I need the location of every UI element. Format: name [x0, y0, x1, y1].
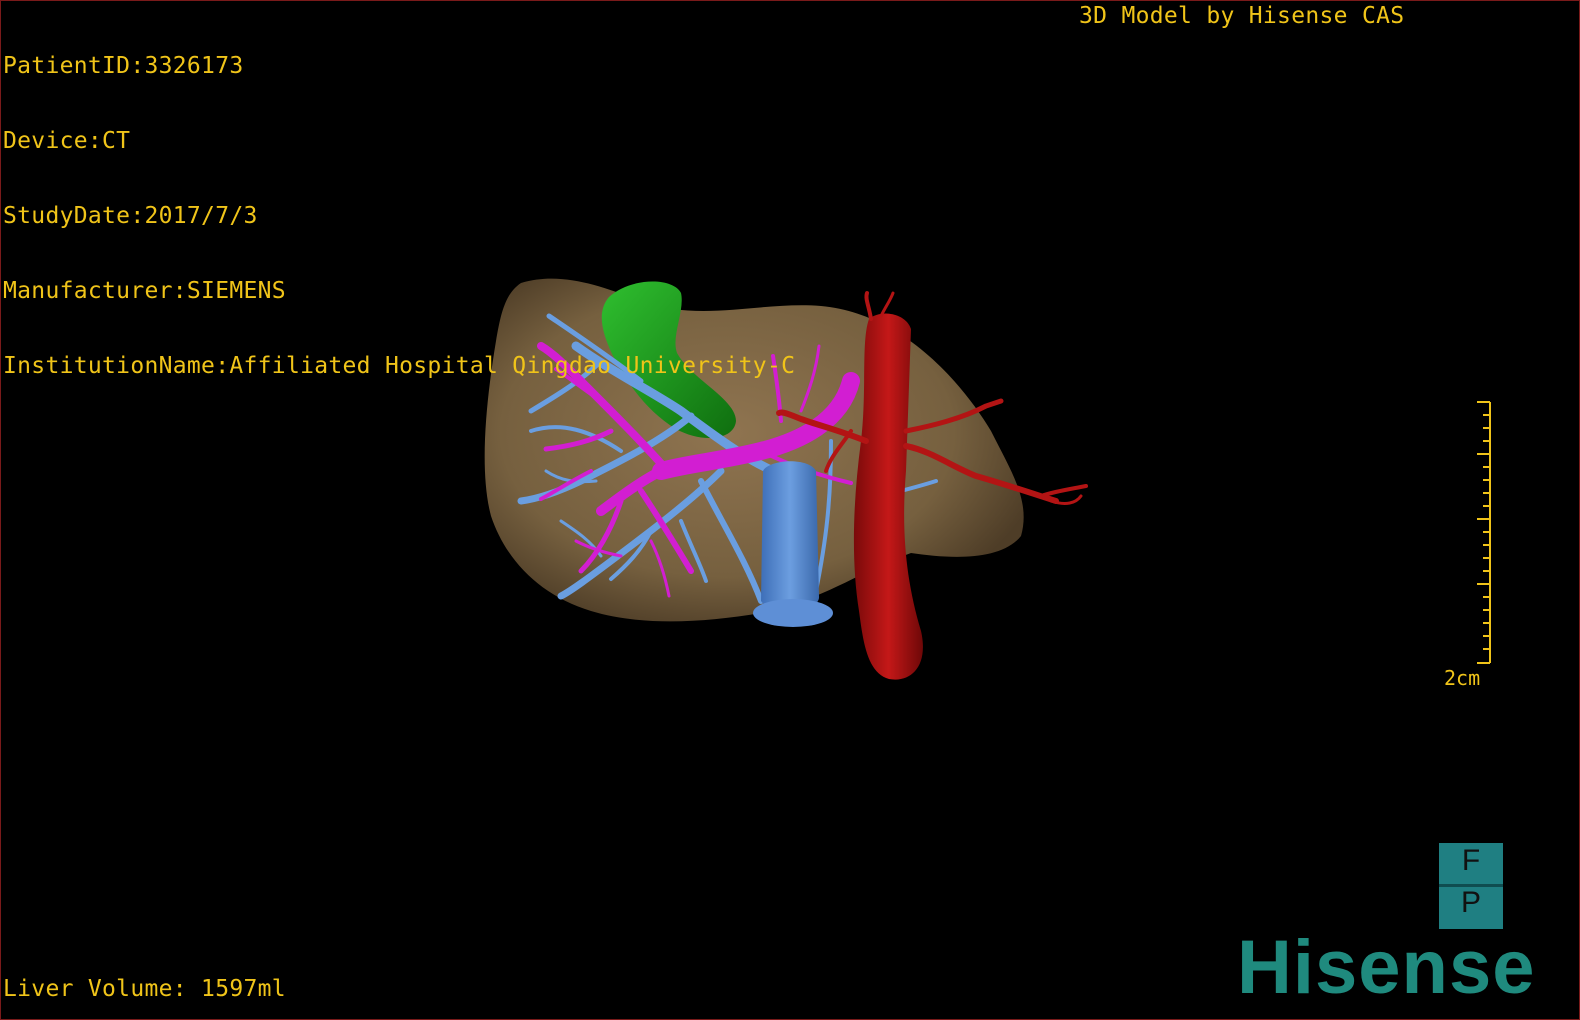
inferior-vena-cava — [761, 461, 820, 611]
orientation-bottom-label: P — [1460, 886, 1481, 919]
patient-id: PatientID:3326173 — [3, 53, 244, 79]
orientation-cube[interactable]: F P — [1439, 843, 1503, 929]
device: Device:CT — [3, 128, 131, 154]
hisense-logo: Hisense — [1237, 925, 1536, 1010]
orientation-top-label: F — [1461, 844, 1481, 877]
ivc-base — [753, 599, 833, 627]
liver-volume: Liver Volume: 1597ml — [3, 976, 286, 1002]
patient-info: PatientID:3326173 Device:CT StudyDate:20… — [3, 4, 795, 429]
model-credit: 3D Model by Hisense CAS — [1079, 3, 1405, 29]
institution-name: InstitutionName:Affiliated Hospital Qing… — [3, 353, 796, 379]
3d-viewport[interactable]: PatientID:3326173 Device:CT StudyDate:20… — [0, 0, 1580, 1020]
study-date: StudyDate:2017/7/3 — [3, 203, 258, 229]
scale-bar — [1477, 401, 1491, 664]
scale-label: 2cm — [1444, 666, 1481, 690]
manufacturer: Manufacturer:SIEMENS — [3, 278, 286, 304]
